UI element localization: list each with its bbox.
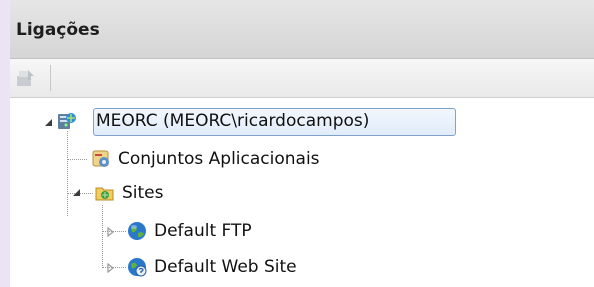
globe-web-icon: [128, 258, 147, 277]
tree-node-app-pools[interactable]: Conjuntos Aplicacionais: [90, 145, 320, 173]
tree-node-sites[interactable]: Sites: [94, 179, 164, 207]
toolbar-separator: [50, 65, 51, 91]
default-ftp-label: Default FTP: [154, 221, 252, 241]
connections-panel: Ligações MEORC (MEORC\ricardocampos) Con…: [10, 0, 594, 287]
tree-node-default-web-site[interactable]: Default Web Site: [126, 253, 297, 281]
panel-title: Ligações: [16, 20, 100, 40]
tree-node-default-ftp[interactable]: Default FTP: [126, 217, 252, 245]
panel-header: Ligações: [10, 0, 594, 59]
toolbar: [10, 59, 594, 98]
collapse-arrow-icon[interactable]: [44, 118, 54, 128]
app-pools-icon: [92, 150, 109, 167]
server-icon: [58, 113, 76, 129]
server-label: MEORC (MEORC\ricardocampos): [96, 111, 370, 131]
sites-label: Sites: [122, 183, 164, 203]
globe-icon: [128, 222, 146, 240]
tree-line: [102, 205, 103, 268]
expand-arrow-icon[interactable]: [106, 263, 116, 273]
connect-icon[interactable]: [14, 67, 36, 89]
default-web-site-label: Default Web Site: [154, 257, 297, 277]
tree-node-server[interactable]: MEORC (MEORC\ricardocampos): [56, 107, 369, 135]
tree-line: [67, 131, 68, 216]
app-pools-label: Conjuntos Aplicacionais: [118, 149, 320, 169]
sites-folder-icon: [95, 187, 114, 201]
connections-tree: MEORC (MEORC\ricardocampos) Conjuntos Ap…: [10, 97, 594, 287]
expand-arrow-icon[interactable]: [106, 227, 116, 237]
tree-line: [67, 159, 87, 160]
collapse-arrow-icon[interactable]: [72, 188, 82, 198]
